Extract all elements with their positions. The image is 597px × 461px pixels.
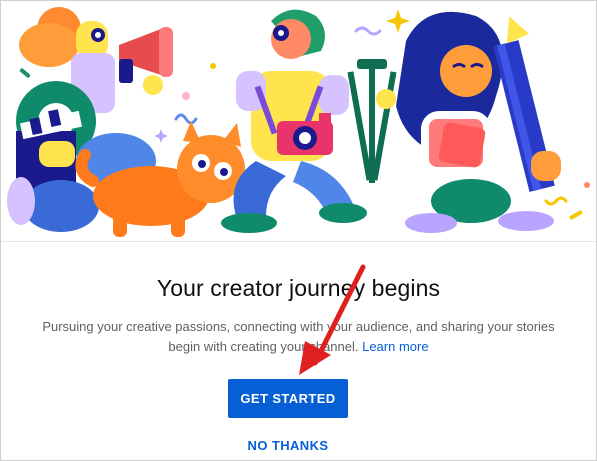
no-thanks-button[interactable]: NO THANKS	[228, 433, 348, 457]
dialog-title: Your creator journey begins	[156, 275, 441, 301]
hero-divider	[1, 241, 596, 242]
get-started-button[interactable]: GET STARTED	[228, 379, 348, 418]
hero-illustration	[1, 1, 596, 241]
create-channel-dialog: Your creator journey begins Pursuing you…	[0, 0, 597, 461]
dialog-description: Pursuing your creative passions, connect…	[31, 317, 566, 357]
description-text: Pursuing your creative passions, connect…	[42, 319, 555, 354]
learn-more-link[interactable]: Learn more	[362, 339, 428, 354]
